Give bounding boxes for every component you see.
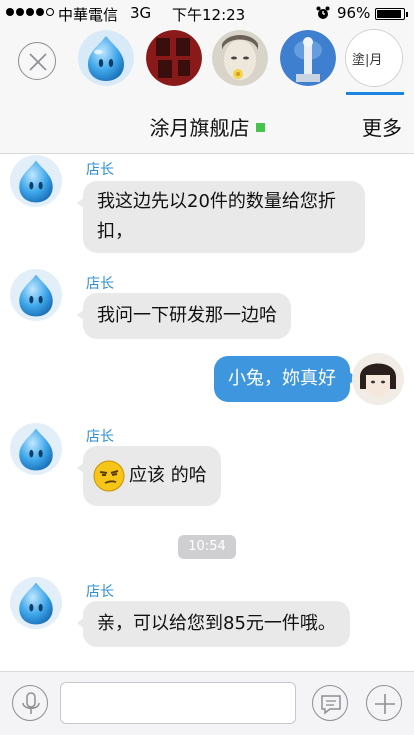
contact-avatar-statue[interactable] [280,30,336,86]
chat-title-text: 涂月旗舰店 [149,116,250,140]
contact-avatar-calligraphy[interactable] [146,30,202,86]
shop-avatar-icon [10,155,62,207]
message-timestamp: 10:54 [178,535,236,559]
close-icon [29,53,47,71]
shop-logo-icon: 塗|月 [349,33,399,83]
message-input[interactable] [60,682,296,724]
user-avatar-icon [352,353,404,405]
incoming-message[interactable]: 我这边先以20件的数量给您折 扣， [77,181,365,253]
close-button[interactable] [18,42,56,80]
incoming-message[interactable]: 应该 的哈 [77,446,221,506]
input-bar [0,671,414,735]
sender-name: 店长 [86,584,114,600]
microphone-icon [22,692,40,714]
status-bar: 中華電信 3G 下午12:23 96% [0,0,414,28]
message-line: 扣， [97,221,133,242]
online-status-indicator [255,123,265,132]
shop-avatar-icon [10,269,62,321]
network-type: 3G [130,4,152,22]
sender-name: 店长 [86,276,114,292]
battery-percent: 96% [337,4,371,22]
shop-logo-text: 塗|月 [352,53,383,68]
chat-title: 涂月旗舰店 [0,112,414,141]
outgoing-message[interactable]: 小兔，妳真好 [214,356,357,402]
chat-header: 涂月旗舰店 更多 [0,96,414,154]
sender-name: 店长 [86,162,114,178]
alarm-icon [316,6,330,19]
selected-tab-indicator [346,92,404,95]
add-attachment-button[interactable] [366,685,402,721]
incoming-message[interactable]: 我问一下研发那一边哈 [77,293,291,339]
more-button[interactable]: 更多 [362,112,402,141]
message-line: 我这边先以20件的数量给您折 [97,191,336,212]
voice-button[interactable] [12,685,48,721]
contact-avatar-shop[interactable]: 塗|月 [346,30,402,86]
battery-icon [375,8,408,20]
girl-photo-icon [212,30,268,86]
message-text: 应该 的哈 [129,465,207,486]
plus-icon [375,694,395,714]
qq-mascot-icon [78,30,134,86]
signal-strength-icon [6,8,54,16]
contact-avatar-qq[interactable] [78,30,134,86]
calligraphy-avatar-icon [146,30,202,86]
incoming-message[interactable]: 亲，可以给您到85元一件哦。 [77,601,350,647]
contact-avatar-girl[interactable] [212,30,268,86]
message-list[interactable]: 店长 我这边先以20件的数量给您折 扣， 店长 我问一下研发那一边哈 小兔，妳真… [0,155,414,671]
smug-emoji-icon [93,460,125,492]
carrier-name: 中華電信 [58,6,119,24]
statue-photo-icon [280,30,336,86]
contact-switcher: 塗|月 [0,28,414,96]
shop-avatar-icon [10,577,62,629]
shop-avatar-icon [10,423,62,475]
emoji-panel-button[interactable] [312,685,348,721]
clock: 下午12:23 [172,6,246,24]
sender-name: 店长 [86,429,114,445]
chat-bubble-icon [321,695,341,715]
